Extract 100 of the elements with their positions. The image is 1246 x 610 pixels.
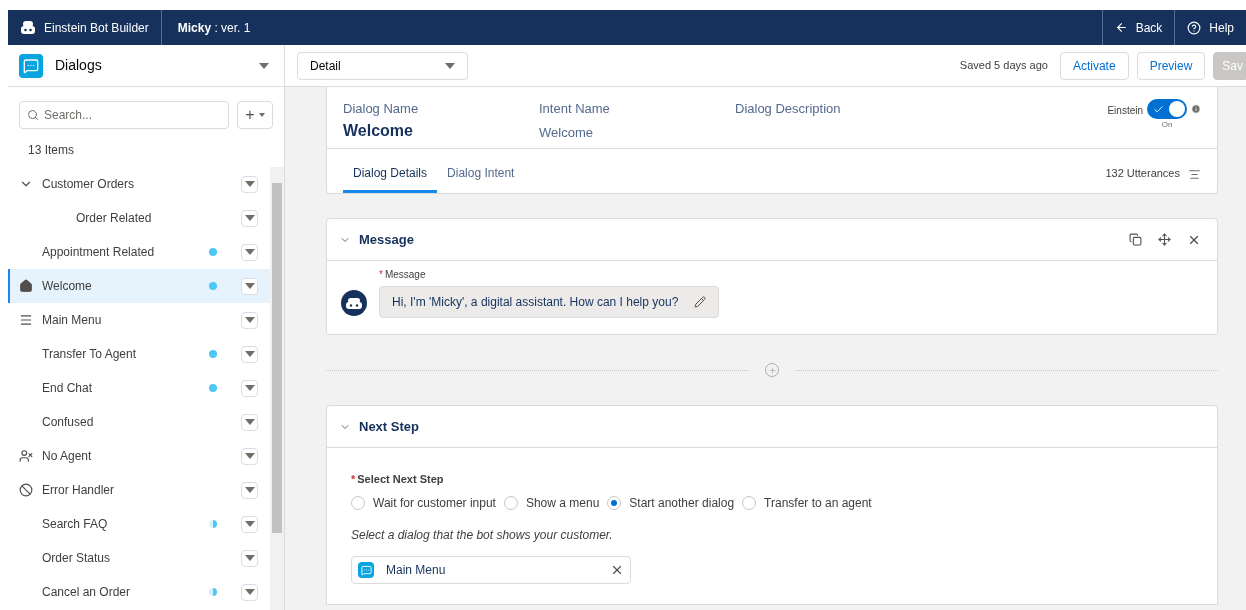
- caret-icon: [258, 113, 265, 117]
- item-label: Appointment Related: [42, 244, 156, 261]
- caret-icon: [244, 487, 255, 493]
- dialog-item[interactable]: Transfer To Agent: [8, 337, 270, 371]
- info-icon: [1191, 104, 1201, 114]
- hint-text: Select a dialog that the bot shows your customer.: [351, 527, 614, 544]
- field-value: Welcome: [539, 123, 594, 142]
- utterance-count: 132 Utterances: [1105, 165, 1180, 181]
- row-menu-button[interactable]: [241, 311, 258, 329]
- dialog-item[interactable]: Appointment Related: [8, 235, 270, 269]
- caret-icon: [244, 521, 255, 527]
- radio-button[interactable]: [742, 496, 757, 510]
- add-button[interactable]: +: [237, 101, 273, 129]
- item-count: 13 Items: [27, 142, 76, 159]
- field-label: * Select Next Step: [351, 473, 444, 485]
- radio-option[interactable]: Show a menu: [503, 494, 600, 512]
- row-menu-button[interactable]: [241, 175, 258, 193]
- view-select[interactable]: Detail: [297, 51, 468, 80]
- caret-icon: [244, 453, 255, 459]
- agent-icon: [18, 449, 34, 463]
- row-menu-button[interactable]: [241, 379, 258, 397]
- remove-icon[interactable]: [610, 563, 624, 577]
- row-menu-button[interactable]: [241, 583, 258, 601]
- toggle-state: On: [1161, 119, 1173, 131]
- app-title: Einstein Bot Builder: [44, 19, 149, 37]
- item-label: Cancel an Order: [42, 584, 132, 601]
- option-label: Transfer to an agent: [764, 495, 872, 512]
- row-menu-button[interactable]: [241, 243, 258, 261]
- dialog-item[interactable]: Welcome: [8, 269, 270, 303]
- radio-button[interactable]: [607, 496, 622, 510]
- toolbar-button[interactable]: Preview: [1136, 51, 1206, 80]
- dialog-pill[interactable]: Main Menu: [351, 556, 631, 584]
- item-label: Transfer To Agent: [42, 346, 138, 363]
- einstein-toggle[interactable]: [1147, 99, 1187, 119]
- move-icon[interactable]: [1158, 233, 1171, 246]
- edit-icon[interactable]: [694, 296, 707, 308]
- option-label: Start another dialog: [629, 495, 735, 512]
- dialog-item[interactable]: Order Related: [8, 201, 270, 235]
- row-menu-button[interactable]: [241, 481, 258, 499]
- dialog-item[interactable]: No Agent: [8, 439, 270, 473]
- dialog-item[interactable]: Cancel an Order: [8, 575, 270, 609]
- item-label: Error Handler: [42, 482, 116, 499]
- row-menu-button[interactable]: [241, 345, 258, 363]
- saved-status: Saved 5 days ago: [959, 58, 1048, 74]
- caret-icon: [244, 181, 255, 187]
- caret-icon: [244, 215, 255, 221]
- radio-option[interactable]: Start another dialog: [607, 494, 735, 512]
- help-icon: [1187, 20, 1202, 35]
- sort-icon[interactable]: [1188, 168, 1201, 181]
- caret-icon: [244, 351, 255, 357]
- chat-icon: [19, 53, 43, 78]
- row-menu-button[interactable]: [241, 277, 258, 295]
- card-title: Next Step: [359, 417, 419, 436]
- dialog-item[interactable]: Customer Orders: [8, 167, 270, 201]
- menu-icon: [18, 313, 34, 327]
- dialog-item[interactable]: Confused: [8, 405, 270, 439]
- robot-icon: [20, 20, 36, 35]
- message-bubble[interactable]: Hi, I'm 'Micky', a digital assistant. How can I help you?: [379, 286, 720, 318]
- row-menu-button[interactable]: [241, 549, 258, 567]
- toggle-label: Einstein: [1107, 104, 1143, 118]
- plus-icon: [767, 365, 777, 375]
- toolbar-button[interactable]: Activate: [1059, 51, 1129, 80]
- row-menu-button[interactable]: [241, 209, 258, 227]
- item-label: Main Menu: [42, 312, 103, 329]
- dialog-item[interactable]: Error Handler: [8, 473, 270, 507]
- item-label: Order Status: [42, 550, 112, 567]
- copy-icon[interactable]: [1129, 233, 1142, 246]
- item-label: No Agent: [42, 448, 93, 465]
- row-menu-button[interactable]: [241, 447, 258, 465]
- dialog-item[interactable]: Order Status: [8, 541, 270, 575]
- search-field[interactable]: Search...: [19, 101, 229, 129]
- item-label: Order Related: [75, 210, 153, 227]
- item-label: Search FAQ: [42, 516, 109, 533]
- check-icon: [1153, 103, 1164, 115]
- caret-icon: [244, 249, 255, 255]
- card-title: Message: [359, 230, 415, 249]
- scrollbar[interactable]: [270, 167, 284, 610]
- dialog-item[interactable]: Main Menu: [8, 303, 270, 337]
- field-label: Intent Name: [539, 100, 611, 118]
- dialog-item[interactable]: Search FAQ: [8, 507, 270, 541]
- caret-icon: [244, 317, 255, 323]
- radio-button[interactable]: [351, 496, 365, 510]
- field-label: Dialog Description: [735, 100, 842, 118]
- radio-option[interactable]: Wait for customer input: [351, 494, 496, 512]
- radio-button[interactable]: [503, 496, 518, 510]
- radio-option[interactable]: Transfer to an agent: [742, 494, 872, 512]
- row-menu-button[interactable]: [241, 413, 258, 431]
- dropdown-caret-icon[interactable]: [259, 62, 269, 69]
- caret-icon: [244, 555, 255, 561]
- item-label: Customer Orders: [42, 176, 136, 193]
- tab[interactable]: Dialog Details: [343, 164, 438, 193]
- item-label: End Chat: [42, 380, 94, 397]
- row-menu-button[interactable]: [241, 515, 258, 533]
- option-label: Show a menu: [525, 495, 600, 512]
- pill-label: Main Menu: [386, 562, 447, 579]
- chat-icon: [358, 562, 374, 578]
- field-value: Welcome: [343, 120, 414, 141]
- tab[interactable]: Dialog Intent: [437, 164, 525, 193]
- dialog-item[interactable]: End Chat: [8, 371, 270, 405]
- field-label: Dialog Name: [343, 100, 420, 118]
